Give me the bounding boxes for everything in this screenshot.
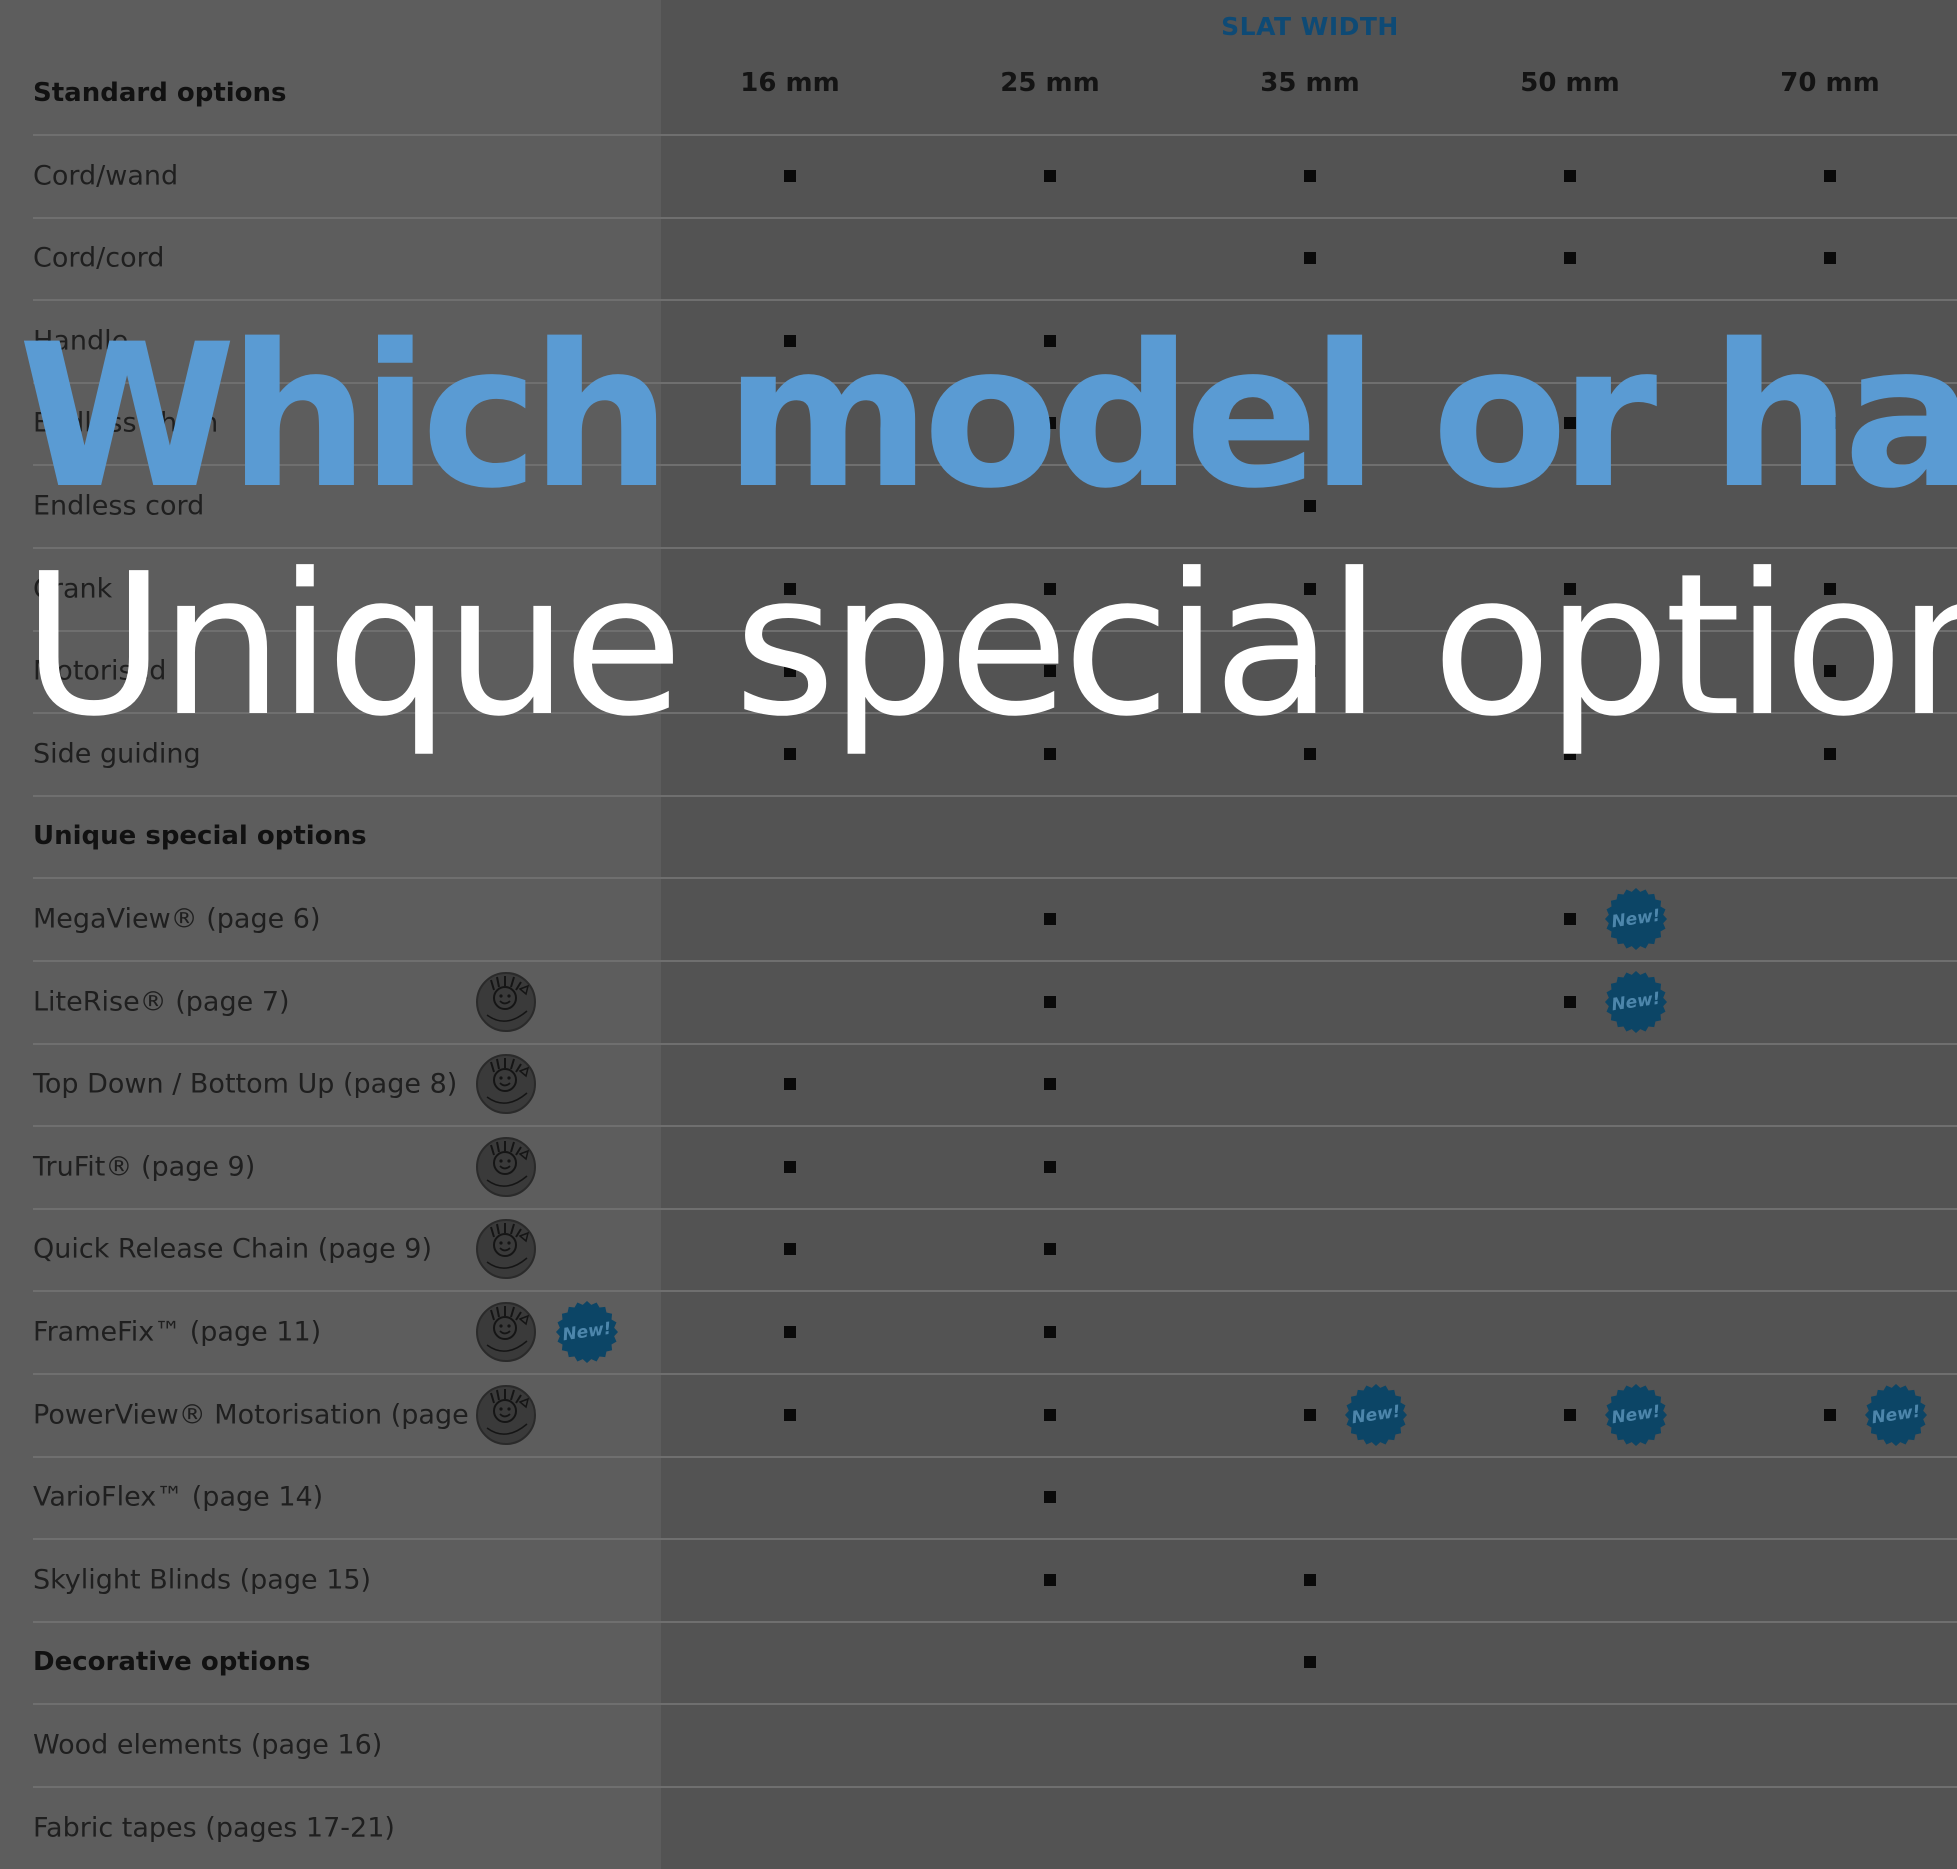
slat-width-header: SLAT WIDTH: [1221, 12, 1399, 41]
table-row-label: TruFit® (page 9): [33, 1151, 256, 1183]
overlay-title: Which model or hardw: [18, 301, 1957, 532]
row-divider: [33, 1786, 1957, 1788]
new-badge: New!: [1604, 970, 1668, 1034]
availability-mark: [1044, 1243, 1056, 1256]
availability-mark: [1044, 1326, 1056, 1338]
column-header: 35 mm: [1260, 68, 1360, 98]
availability-mark: [784, 1408, 796, 1421]
column-header: 25 mm: [1000, 68, 1100, 98]
availability-mark: [1304, 1408, 1316, 1421]
child-friendly-icon: [475, 1218, 537, 1280]
new-badge-label: New!: [561, 1318, 613, 1346]
availability-mark: [1304, 1656, 1316, 1669]
row-divider: [33, 1455, 1957, 1458]
availability-mark: [1564, 1408, 1576, 1421]
availability-mark: [1044, 913, 1056, 925]
row-divider: [33, 1207, 1957, 1210]
availability-mark: [784, 1243, 796, 1256]
column-header: 16 mm: [740, 68, 840, 98]
availability-mark: [784, 1326, 796, 1338]
table-row-label: Quick Release Chain (page 9): [33, 1233, 432, 1265]
row-divider: [33, 960, 1957, 962]
row-divider: [33, 1042, 1957, 1045]
column-header: 70 mm: [1780, 68, 1880, 98]
availability-mark: [1044, 169, 1056, 182]
availability-mark: [784, 1078, 796, 1091]
table-row-label: Top Down / Bottom Up (page 8): [33, 1068, 458, 1100]
child-friendly-icon: [475, 1136, 537, 1198]
section-heading: Standard options: [33, 78, 287, 108]
availability-mark: [1824, 252, 1836, 265]
row-divider: [33, 794, 1957, 797]
new-badge-label: New!: [1610, 1401, 1662, 1428]
availability-mark: [1564, 252, 1576, 265]
new-badge-label: New!: [1610, 905, 1662, 933]
child-friendly-icon: [475, 1384, 537, 1446]
right-panel: [661, 0, 1957, 1869]
availability-mark: [1044, 1408, 1056, 1421]
row-divider: [33, 1290, 1957, 1293]
section-heading: Unique special options: [33, 821, 367, 852]
new-badge: New!: [555, 1300, 619, 1364]
new-badge-label: New!: [1350, 1401, 1402, 1428]
table-row-label: Cord/cord: [33, 242, 165, 274]
new-badge-label: New!: [1870, 1401, 1922, 1428]
availability-mark: [1044, 1160, 1056, 1173]
table-row-label: MegaView® (page 6): [33, 903, 321, 935]
table-row-label: Skylight Blinds (page 15): [33, 1564, 372, 1596]
availability-mark: [1824, 169, 1836, 182]
child-friendly-icon: [475, 1301, 537, 1363]
table-row-label: VarioFlex™ (page 14): [33, 1481, 324, 1513]
new-badge: New!: [1604, 887, 1668, 951]
row-divider: [33, 1373, 1957, 1375]
child-friendly-icon: [475, 1053, 537, 1115]
row-divider: [33, 877, 1957, 880]
page: SLAT WIDTH 16 mm 25 mm 35 mm 50 mm 70 mm Sta…: [0, 0, 1957, 1869]
row-divider: [33, 134, 1957, 136]
availability-mark: [1564, 995, 1576, 1008]
new-badge: New!: [1604, 1383, 1668, 1447]
table-row-label: Wood elements (page 16): [33, 1729, 383, 1761]
row-divider: [33, 216, 1957, 219]
table-row-label: Cord/wand: [33, 160, 179, 192]
column-header: 50 mm: [1520, 68, 1620, 98]
availability-mark: [1304, 252, 1316, 265]
row-divider: [33, 1620, 1957, 1623]
new-badge: New!: [1864, 1383, 1928, 1447]
availability-mark: [1044, 995, 1056, 1008]
availability-mark: [1044, 1573, 1056, 1586]
availability-mark: [1044, 1078, 1056, 1091]
child-friendly-icon: [475, 971, 537, 1033]
table-row-label: LiteRise® (page 7): [33, 986, 290, 1018]
row-divider: [33, 1703, 1957, 1706]
availability-mark: [1304, 169, 1316, 182]
availability-mark: [1044, 1491, 1056, 1504]
availability-mark: [1304, 1573, 1316, 1586]
overlay-subtitle: Unique special options: [22, 532, 1957, 760]
row-divider: [33, 1538, 1957, 1541]
section-heading: Decorative options: [33, 1647, 311, 1678]
new-badge-label: New!: [1610, 988, 1662, 1015]
availability-mark: [784, 1160, 796, 1173]
availability-mark: [1564, 913, 1576, 925]
availability-mark: [1564, 169, 1576, 182]
new-badge: New!: [1344, 1383, 1408, 1447]
table-row-label: PowerView® Motorisation (page 12): [33, 1399, 523, 1431]
table-row-label: FrameFix™ (page 11): [33, 1316, 322, 1348]
availability-mark: [1824, 1408, 1836, 1421]
table-row-label: Fabric tapes (pages 17-21): [33, 1812, 395, 1844]
availability-mark: [784, 169, 796, 182]
row-divider: [33, 1125, 1957, 1128]
